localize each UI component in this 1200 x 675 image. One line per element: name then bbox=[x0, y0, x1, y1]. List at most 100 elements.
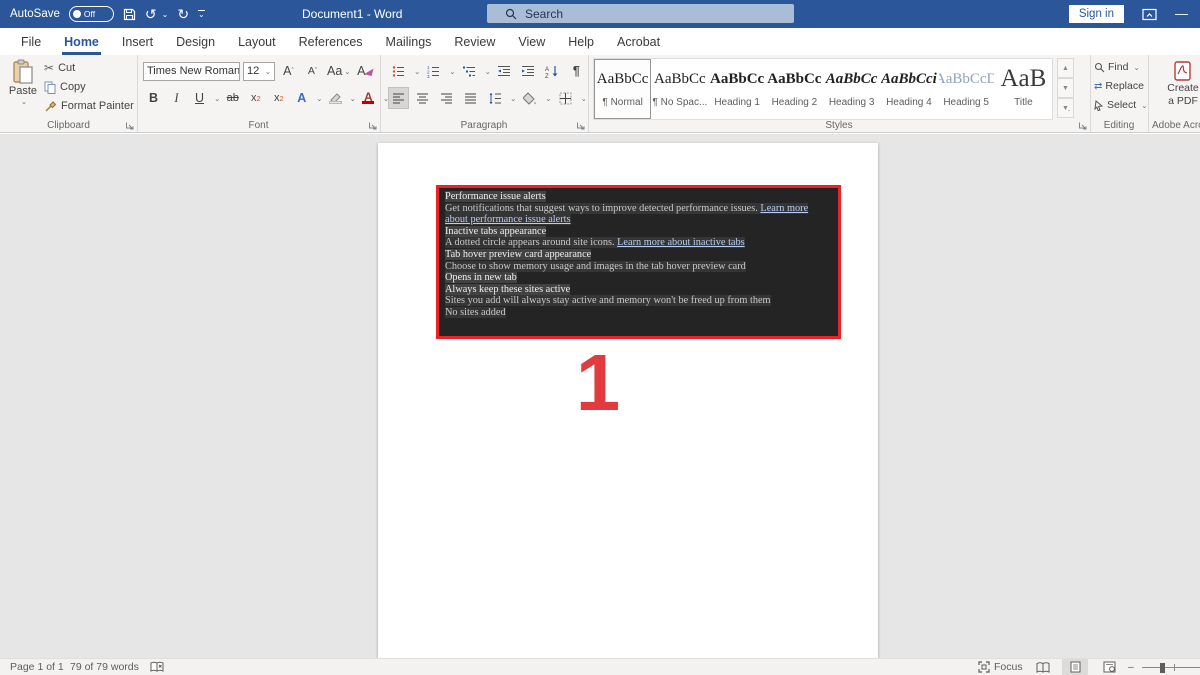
web-layout-button[interactable] bbox=[1096, 659, 1122, 675]
read-mode-button[interactable] bbox=[1030, 659, 1056, 675]
tab-view[interactable]: View bbox=[509, 28, 554, 55]
tab-references[interactable]: References bbox=[290, 28, 372, 55]
line-spacing-button[interactable] bbox=[484, 87, 505, 109]
shading-button[interactable] bbox=[519, 87, 540, 109]
bullets-dropdown-icon[interactable]: ⌄ bbox=[414, 67, 420, 76]
line-spacing-dropdown-icon[interactable]: ⌄ bbox=[510, 94, 516, 103]
styles-scroll-up-icon[interactable]: ▲ bbox=[1057, 58, 1074, 78]
print-layout-button[interactable] bbox=[1062, 659, 1088, 675]
find-button[interactable]: Find ⌄ bbox=[1094, 59, 1147, 75]
multilevel-dropdown-icon[interactable]: ⌄ bbox=[485, 67, 491, 76]
sign-in-button[interactable]: Sign in bbox=[1068, 5, 1124, 23]
subscript-button[interactable]: x2 bbox=[245, 87, 266, 109]
styles-dialog-launcher-icon[interactable] bbox=[1078, 121, 1087, 130]
style-normal[interactable]: AaBbCc ¶ Normal bbox=[594, 59, 652, 119]
styles-gallery-more-icon[interactable]: ▼̱ bbox=[1057, 98, 1074, 118]
style-heading-1[interactable]: AaBbCc Heading 1 bbox=[709, 59, 766, 119]
shrink-font-button[interactable]: Aˇ bbox=[302, 60, 323, 82]
style-no-spacing[interactable]: AaBbCc ¶ No Spac... bbox=[651, 59, 708, 119]
change-case-button[interactable]: Aa ⌄ bbox=[326, 60, 352, 82]
undo-icon[interactable]: ↺ bbox=[145, 7, 157, 21]
tab-design[interactable]: Design bbox=[167, 28, 224, 55]
tab-acrobat[interactable]: Acrobat bbox=[608, 28, 669, 55]
screenshot-text-line: Get notifications that suggest ways to i… bbox=[445, 202, 809, 226]
justify-button[interactable] bbox=[460, 87, 481, 109]
copy-button[interactable]: Copy bbox=[44, 79, 134, 95]
font-size-combobox[interactable]: 12 ⌄ bbox=[243, 61, 275, 81]
increase-indent-button[interactable] bbox=[518, 60, 539, 82]
style-title[interactable]: AaB Title bbox=[995, 59, 1052, 119]
show-hide-pilcrow-button[interactable]: ¶ bbox=[566, 60, 587, 82]
highlight-button[interactable] bbox=[325, 87, 346, 109]
style-heading-5[interactable]: AaBbCcD Heading 5 bbox=[938, 59, 995, 119]
font-dialog-launcher-icon[interactable] bbox=[368, 121, 377, 130]
select-button[interactable]: Select ⌄ bbox=[1094, 97, 1147, 113]
underline-dropdown-icon[interactable]: ⌄ bbox=[214, 94, 220, 103]
word-count[interactable]: 79 of 79 words bbox=[70, 659, 139, 675]
highlight-dropdown-icon[interactable]: ⌄ bbox=[350, 94, 356, 103]
cut-button[interactable]: ✂ Cut bbox=[44, 60, 134, 76]
underline-button[interactable]: U bbox=[189, 87, 210, 109]
select-dropdown-icon[interactable]: ⌄ bbox=[1141, 101, 1147, 110]
zoom-slider-handle[interactable] bbox=[1160, 662, 1165, 673]
minimize-button[interactable]: — bbox=[1175, 7, 1188, 21]
bold-button[interactable]: B bbox=[143, 87, 164, 109]
tab-help[interactable]: Help bbox=[559, 28, 603, 55]
clipboard-dialog-launcher-icon[interactable] bbox=[125, 121, 134, 130]
align-center-button[interactable] bbox=[412, 87, 433, 109]
quick-access-toolbar-icon[interactable]: ⌄ bbox=[198, 10, 205, 19]
decrease-indent-button[interactable] bbox=[494, 60, 515, 82]
tab-layout[interactable]: Layout bbox=[229, 28, 285, 55]
style-heading-2[interactable]: AaBbCc Heading 2 bbox=[766, 59, 823, 119]
paste-button[interactable]: Paste ⌄ bbox=[7, 59, 39, 106]
page-indicator[interactable]: Page 1 of 1 bbox=[10, 659, 64, 675]
borders-button[interactable] bbox=[555, 87, 576, 109]
bullets-button[interactable] bbox=[388, 60, 409, 82]
align-left-button[interactable] bbox=[388, 87, 409, 109]
tab-review[interactable]: Review bbox=[445, 28, 504, 55]
pasted-screenshot[interactable]: Performance issue alerts Get notification… bbox=[436, 185, 841, 339]
clear-formatting-button[interactable]: A ◢ bbox=[355, 60, 376, 82]
autosave-toggle[interactable]: Off bbox=[68, 6, 114, 22]
zoom-out-button[interactable]: – bbox=[1128, 659, 1134, 675]
sort-button[interactable]: AZ bbox=[542, 60, 563, 82]
zoom-slider-track[interactable] bbox=[1142, 667, 1200, 668]
text-effects-button[interactable]: A bbox=[291, 87, 312, 109]
italic-button[interactable]: I bbox=[166, 87, 187, 109]
search-placeholder: Search bbox=[525, 6, 564, 21]
align-right-button[interactable] bbox=[436, 87, 457, 109]
borders-dropdown-icon[interactable]: ⌄ bbox=[581, 94, 587, 103]
styles-scroll-down-icon[interactable]: ▼ bbox=[1057, 78, 1074, 98]
replace-button[interactable]: ⇄ Replace bbox=[1094, 78, 1147, 94]
ribbon-display-options-icon[interactable] bbox=[1142, 8, 1157, 21]
multilevel-list-button[interactable] bbox=[459, 60, 480, 82]
document-page[interactable]: Performance issue alerts Get notification… bbox=[378, 143, 878, 658]
create-pdf-button[interactable]: Create a PDF bbox=[1160, 60, 1200, 108]
find-dropdown-icon[interactable]: ⌄ bbox=[1133, 63, 1139, 72]
search-box[interactable]: Search bbox=[487, 4, 794, 23]
tab-mailings[interactable]: Mailings bbox=[377, 28, 441, 55]
paragraph-dialog-launcher-icon[interactable] bbox=[576, 121, 585, 130]
superscript-button[interactable]: x2 bbox=[268, 87, 289, 109]
font-name-combobox[interactable]: Times New Roman⌄ bbox=[143, 61, 240, 81]
format-painter-button[interactable]: Format Painter bbox=[44, 98, 134, 114]
redo-icon[interactable]: ↻ bbox=[177, 7, 189, 21]
text-effects-dropdown-icon[interactable]: ⌄ bbox=[316, 94, 322, 103]
numbering-dropdown-icon[interactable]: ⌄ bbox=[449, 67, 455, 76]
tab-file[interactable]: File bbox=[12, 28, 50, 55]
grow-font-button[interactable]: Aˆ bbox=[278, 60, 299, 82]
tab-home[interactable]: Home bbox=[55, 28, 108, 55]
font-color-button[interactable]: A bbox=[358, 87, 379, 109]
font-size-dropdown-icon[interactable]: ⌄ bbox=[263, 67, 271, 76]
paste-dropdown-icon[interactable]: ⌄ bbox=[9, 97, 39, 106]
numbering-button[interactable]: 123 bbox=[423, 60, 444, 82]
style-heading-3[interactable]: AaBbCc Heading 3 bbox=[823, 59, 880, 119]
save-icon[interactable] bbox=[123, 8, 136, 21]
tab-insert[interactable]: Insert bbox=[113, 28, 162, 55]
style-heading-4[interactable]: AaBbCci Heading 4 bbox=[880, 59, 937, 119]
undo-dropdown-icon[interactable]: ⌄ bbox=[162, 10, 169, 19]
proofing-status-icon[interactable] bbox=[150, 659, 164, 675]
strikethrough-button[interactable]: ab bbox=[222, 87, 243, 109]
focus-mode-button[interactable]: Focus bbox=[978, 659, 1023, 675]
shading-dropdown-icon[interactable]: ⌄ bbox=[545, 94, 551, 103]
